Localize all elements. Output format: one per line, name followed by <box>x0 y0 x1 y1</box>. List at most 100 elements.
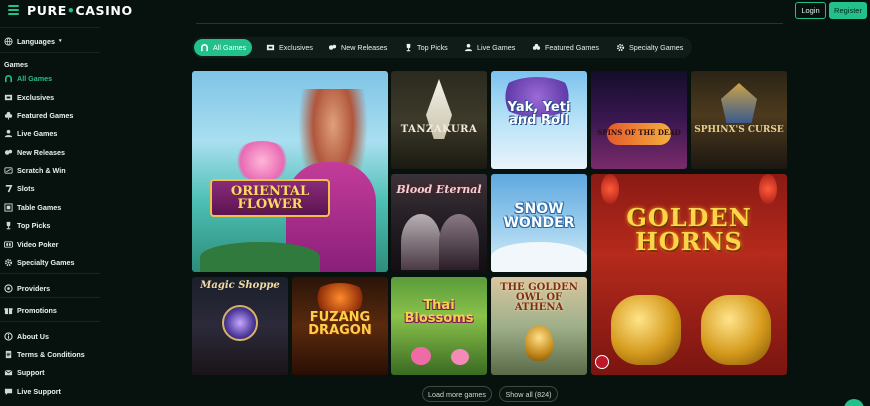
sidebar-item-table-games[interactable]: Table Games <box>4 200 61 214</box>
divider <box>0 297 100 298</box>
chevron-down-icon: ▾ <box>58 38 62 44</box>
sidebar-item-top-picks[interactable]: Top Picks <box>4 218 50 232</box>
sidebar-item-all-games[interactable]: All Games <box>4 71 52 85</box>
game-tile-golden-owl[interactable]: THE GOLDEN OWL OF ATHENA <box>491 277 587 375</box>
sidebar-item-about-us[interactable]: About Us <box>4 329 49 343</box>
sidebar-item-new-releases[interactable]: New Releases <box>4 145 65 159</box>
game-tile-blood-eternal[interactable]: Blood Eternal <box>391 174 487 272</box>
live-chat-button[interactable] <box>844 399 864 406</box>
sidebar-item-label: Video Poker <box>17 239 59 249</box>
tab-all-games[interactable]: All Games <box>194 39 253 56</box>
provider-badge-icon <box>595 355 609 369</box>
game-title: TANZAKURA <box>400 124 478 135</box>
login-button[interactable]: Login <box>795 2 826 19</box>
game-tile-snow-wonder[interactable]: SNOW WONDER <box>491 174 587 272</box>
sidebar-item-label: All Games <box>17 73 53 83</box>
horseshoe-icon <box>200 44 209 52</box>
site-logo[interactable]: PURE•CASINO <box>27 3 133 18</box>
sidebar: Languages ▾ Games All Games Exclusives Fe… <box>0 27 100 406</box>
game-tile-tanzakura[interactable]: TANZAKURA <box>391 71 487 169</box>
game-title: Magic Shoppe <box>200 280 280 291</box>
game-tile-fuzang-dragon[interactable]: FUZANG DRAGON <box>292 277 388 375</box>
sidebar-item-label: Live Support <box>17 386 61 396</box>
game-title: SPINS OF THE DEAD <box>597 128 681 137</box>
menu-icon[interactable] <box>8 5 19 15</box>
divider <box>0 27 100 28</box>
sidebar-item-label: Top Picks <box>17 220 51 230</box>
game-tile-magic-shoppe[interactable]: Magic Shoppe <box>192 277 288 375</box>
sidebar-item-promotions[interactable]: Promotions <box>4 303 57 317</box>
sidebar-item-slots[interactable]: Slots <box>4 181 35 195</box>
game-tile-golden-horns[interactable]: GOLDEN HORNS <box>591 174 787 375</box>
gear-icon <box>616 43 625 52</box>
game-tile-thai-blossoms[interactable]: Thai Blossoms <box>391 277 487 375</box>
game-title: ORIENTAL FLOWER <box>210 179 330 217</box>
clover-icon <box>4 111 13 120</box>
tab-live-games[interactable]: Live Games <box>458 39 521 56</box>
game-tile-oriental-flower[interactable]: ORIENTAL FLOWER <box>192 71 388 272</box>
show-all-button[interactable]: Show all (824) <box>499 386 558 402</box>
horseshoe-icon <box>4 74 13 83</box>
sidebar-item-exclusives[interactable]: Exclusives <box>4 90 54 104</box>
info-icon <box>4 331 13 341</box>
game-title: Thai Blossoms <box>404 298 474 326</box>
game-title: Yak, Yeti and Roll <box>507 100 571 128</box>
trophy-icon <box>4 221 13 230</box>
owl-icon <box>525 325 553 361</box>
tab-exclusives[interactable]: Exclusives <box>260 39 319 56</box>
game-title: GOLDEN HORNS <box>626 203 752 256</box>
tab-top-picks[interactable]: Top Picks <box>398 39 454 56</box>
sidebar-item-label: Table Games <box>17 202 62 212</box>
exclusive-icon <box>266 44 275 51</box>
game-title: SNOW WONDER <box>503 201 575 231</box>
sidebar-item-support[interactable]: Support <box>4 365 45 379</box>
scratch-icon <box>4 166 13 175</box>
sidebar-item-label: Support <box>17 367 45 377</box>
sidebar-item-specialty-games[interactable]: Specialty Games <box>4 255 75 269</box>
game-title: FUZANG DRAGON <box>308 310 372 338</box>
sidebar-item-label: Promotions <box>17 305 57 315</box>
sidebar-item-scratch-win[interactable]: Scratch & Win <box>4 163 66 177</box>
sidebar-item-featured-games[interactable]: Featured Games <box>4 108 73 122</box>
logo-casino: CASINO <box>75 3 133 18</box>
sidebar-item-terms[interactable]: Terms & Conditions <box>4 347 85 361</box>
game-tile-yak-yeti-roll[interactable]: Yak, Yeti and Roll <box>491 71 587 169</box>
game-tile-spins-of-the-dead[interactable]: SPINS OF THE DEAD <box>591 71 687 169</box>
sidebar-item-live-games[interactable]: Live Games <box>4 126 57 140</box>
divider <box>0 321 100 322</box>
top-bar: PURE•CASINO Login Register <box>0 0 870 22</box>
game-title: Blood Eternal <box>396 183 482 196</box>
game-title: THE GOLDEN OWL OF ATHENA <box>500 282 578 313</box>
eye-icon <box>222 305 258 341</box>
tab-featured-games[interactable]: Featured Games <box>526 39 605 56</box>
new-icon <box>328 44 337 50</box>
tab-specialty-games[interactable]: Specialty Games <box>610 39 689 56</box>
register-button[interactable]: Register <box>829 2 867 19</box>
sidebar-heading-games: Games <box>4 60 28 69</box>
tab-label: New Releases <box>341 43 388 52</box>
divider <box>196 23 783 24</box>
sidebar-item-live-support[interactable]: Live Support <box>4 384 61 398</box>
sidebar-item-languages[interactable]: Languages ▾ <box>4 34 61 48</box>
slot-icon <box>4 184 13 193</box>
tab-new-releases[interactable]: New Releases <box>322 39 393 56</box>
exclusive-icon <box>4 93 13 102</box>
tab-label: Specialty Games <box>629 43 684 52</box>
sidebar-item-label: Languages <box>17 36 55 46</box>
mail-icon <box>4 368 13 377</box>
game-tile-sphinxs-curse[interactable]: SPHINX'S CURSE <box>691 71 787 169</box>
tab-label: All Games <box>213 43 247 52</box>
table-icon <box>4 202 13 212</box>
sidebar-item-video-poker[interactable]: Video Poker <box>4 237 58 251</box>
new-icon <box>4 148 13 157</box>
logo-pure: PURE <box>27 3 67 18</box>
tab-label: Exclusives <box>279 43 313 52</box>
load-more-button[interactable]: Load more games <box>422 386 492 402</box>
sidebar-item-label: Scratch & Win <box>17 165 66 175</box>
game-title: SPHINX'S CURSE <box>694 125 784 135</box>
game-filter-tabs: All Games Exclusives New Releases Top Pi… <box>192 37 692 58</box>
tab-label: Featured Games <box>545 43 599 52</box>
gear-icon <box>4 258 13 267</box>
sidebar-item-label: New Releases <box>17 147 65 157</box>
sidebar-item-providers[interactable]: Providers <box>4 281 50 295</box>
